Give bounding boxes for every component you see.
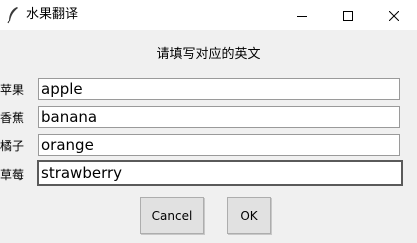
- maximize-button[interactable]: [325, 0, 371, 30]
- label-strawberry: 草莓: [0, 168, 25, 182]
- label-orange: 橘子: [0, 139, 25, 153]
- banana-field[interactable]: [38, 106, 400, 128]
- orange-field[interactable]: [38, 134, 400, 156]
- apple-field[interactable]: [38, 78, 400, 100]
- feather-icon: [6, 6, 20, 24]
- label-banana: 香蕉: [0, 111, 25, 125]
- label-apple: 苹果: [0, 83, 25, 97]
- maximize-icon: [343, 6, 353, 25]
- title-bar[interactable]: 水果翻译: [0, 0, 417, 30]
- ok-button[interactable]: OK: [227, 197, 271, 234]
- strawberry-field[interactable]: [37, 160, 403, 186]
- cancel-button[interactable]: Cancel: [140, 197, 204, 234]
- minimize-icon: [297, 6, 307, 25]
- close-icon: [388, 6, 400, 25]
- window-title: 水果翻译: [26, 7, 79, 22]
- close-button[interactable]: [371, 0, 417, 30]
- dialog-window: 水果翻译 请填写对应的英文 苹果 香蕉 橘子 草莓 Cancel O: [0, 0, 417, 243]
- prompt-label: 请填写对应的英文: [156, 47, 261, 62]
- minimize-button[interactable]: [279, 0, 325, 30]
